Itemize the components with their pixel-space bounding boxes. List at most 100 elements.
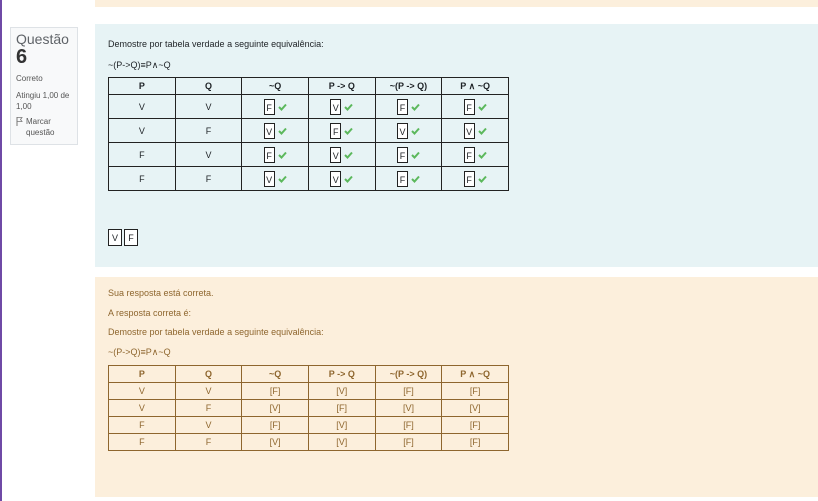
column-header: ~Q bbox=[241, 77, 309, 95]
feedback-formula: ~(P->Q)≡P∧~Q bbox=[108, 347, 171, 357]
check-icon bbox=[411, 127, 420, 135]
table-cell: F bbox=[108, 433, 176, 451]
drop-zone[interactable]: F bbox=[396, 146, 408, 163]
p-value: F bbox=[108, 142, 176, 167]
answer-cell: F bbox=[374, 94, 443, 119]
question-label: Questão bbox=[16, 31, 69, 47]
truth-table-answer: P Q ~Q P -> Q ~(P -> Q) P ∧ ~Q V V F V F… bbox=[108, 77, 509, 191]
check-icon bbox=[277, 175, 287, 183]
column-header: P bbox=[108, 77, 176, 95]
table-cell: [F] bbox=[374, 416, 443, 434]
p-value: V bbox=[108, 118, 176, 143]
table-cell: F bbox=[174, 399, 243, 417]
check-icon bbox=[411, 103, 420, 111]
table-row: V V [F] [V] [F] [F] bbox=[108, 382, 509, 400]
drag-item-f[interactable]: F bbox=[124, 229, 138, 246]
column-header: P bbox=[108, 365, 176, 383]
p-value: V bbox=[108, 94, 176, 119]
drop-zone[interactable]: V bbox=[263, 170, 275, 187]
question-formulation: Demostre por tabela verdade a seguinte e… bbox=[95, 24, 818, 267]
check-icon bbox=[411, 151, 420, 159]
flag-question-link[interactable]: Marcar questão bbox=[16, 116, 72, 138]
table-cell: V bbox=[108, 382, 176, 400]
question-info-panel: Questão 6 Correto Atingiu 1,00 de 1,00 M… bbox=[10, 27, 78, 145]
drop-zone[interactable]: F bbox=[396, 170, 408, 187]
drag-items-tray: V F bbox=[108, 229, 138, 246]
table-cell: [F] bbox=[374, 382, 443, 400]
drop-zone[interactable]: F bbox=[463, 146, 475, 163]
answer-cell: F bbox=[307, 118, 376, 143]
table-cell: F bbox=[174, 433, 243, 451]
answer-cell: V bbox=[241, 118, 309, 143]
previous-question-feedback-strip bbox=[95, 0, 818, 7]
answer-cell: V bbox=[307, 166, 376, 191]
drop-zone[interactable]: F bbox=[263, 146, 275, 163]
check-icon bbox=[344, 151, 354, 159]
answer-cell: F bbox=[441, 94, 509, 119]
drag-item-v[interactable]: V bbox=[108, 229, 122, 246]
q-value: V bbox=[174, 94, 243, 119]
truth-table-correct-answer: P Q ~Q P -> Q ~(P -> Q) P ∧ ~Q V V [F] [… bbox=[108, 365, 509, 451]
question-grade: Atingiu 1,00 de 1,00 bbox=[16, 91, 70, 111]
drop-zone[interactable]: F bbox=[330, 122, 342, 139]
table-row: V F [V] [F] [V] [V] bbox=[108, 399, 509, 417]
drop-zone[interactable]: V bbox=[396, 122, 408, 139]
column-header: P -> Q bbox=[307, 365, 376, 383]
table-cell: V bbox=[108, 399, 176, 417]
drop-zone[interactable]: V bbox=[330, 170, 342, 187]
table-row: V F V F V V bbox=[108, 118, 509, 143]
table-cell: [F] bbox=[307, 399, 376, 417]
answer-cell: V bbox=[441, 118, 509, 143]
q-value: V bbox=[174, 142, 243, 167]
drop-zone[interactable]: F bbox=[396, 98, 408, 115]
question-formula: ~(P->Q)≡P∧~Q bbox=[108, 60, 171, 70]
check-icon bbox=[477, 127, 487, 135]
answer-cell: V bbox=[307, 94, 376, 119]
table-cell: [V] bbox=[441, 399, 509, 417]
table-cell: [F] bbox=[441, 382, 509, 400]
table-cell: [V] bbox=[241, 433, 309, 451]
drop-zone[interactable]: F bbox=[463, 170, 475, 187]
page-left-border bbox=[0, 0, 2, 501]
answer-cell: F bbox=[441, 142, 509, 167]
drop-zone[interactable]: V bbox=[330, 98, 342, 115]
answer-cell: V bbox=[307, 142, 376, 167]
table-cell: [F] bbox=[441, 433, 509, 451]
table-cell: [F] bbox=[241, 382, 309, 400]
drop-zone[interactable]: V bbox=[463, 122, 475, 139]
drop-zone[interactable]: V bbox=[263, 122, 275, 139]
check-icon bbox=[344, 175, 354, 183]
check-icon bbox=[477, 151, 487, 159]
table-cell: [F] bbox=[374, 433, 443, 451]
flag-icon bbox=[16, 117, 23, 126]
check-icon bbox=[344, 127, 354, 135]
correct-answer-label: A resposta correta é: bbox=[108, 308, 192, 318]
table-row: F F V V F F bbox=[108, 166, 509, 191]
column-header: ~(P -> Q) bbox=[374, 365, 443, 383]
table-row: F V [F] [V] [F] [F] bbox=[108, 416, 509, 434]
column-header: P ∧ ~Q bbox=[441, 77, 509, 95]
answer-cell: F bbox=[241, 94, 309, 119]
check-icon bbox=[411, 175, 420, 183]
answer-cell: F bbox=[374, 142, 443, 167]
table-cell: V bbox=[174, 382, 243, 400]
answer-cell: F bbox=[441, 166, 509, 191]
column-header: P -> Q bbox=[307, 77, 376, 95]
feedback-question-text: Demostre por tabela verdade a seguinte e… bbox=[108, 327, 324, 337]
drop-zone[interactable]: F bbox=[463, 98, 475, 115]
flag-question-label: Marcar questão bbox=[26, 117, 55, 137]
table-cell: [V] bbox=[307, 433, 376, 451]
drop-zone[interactable]: V bbox=[330, 146, 342, 163]
column-header: Q bbox=[174, 77, 243, 95]
question-state: Correto bbox=[16, 74, 43, 83]
table-header-row: P Q ~Q P -> Q ~(P -> Q) P ∧ ~Q bbox=[108, 77, 509, 95]
answer-cell: F bbox=[241, 142, 309, 167]
answer-cell: V bbox=[374, 118, 443, 143]
column-header: ~(P -> Q) bbox=[374, 77, 443, 95]
drop-zone[interactable]: F bbox=[263, 98, 275, 115]
column-header: Q bbox=[174, 365, 243, 383]
table-cell: V bbox=[174, 416, 243, 434]
column-header: ~Q bbox=[241, 365, 309, 383]
check-icon bbox=[344, 103, 354, 111]
table-row: V V F V F F bbox=[108, 94, 509, 119]
